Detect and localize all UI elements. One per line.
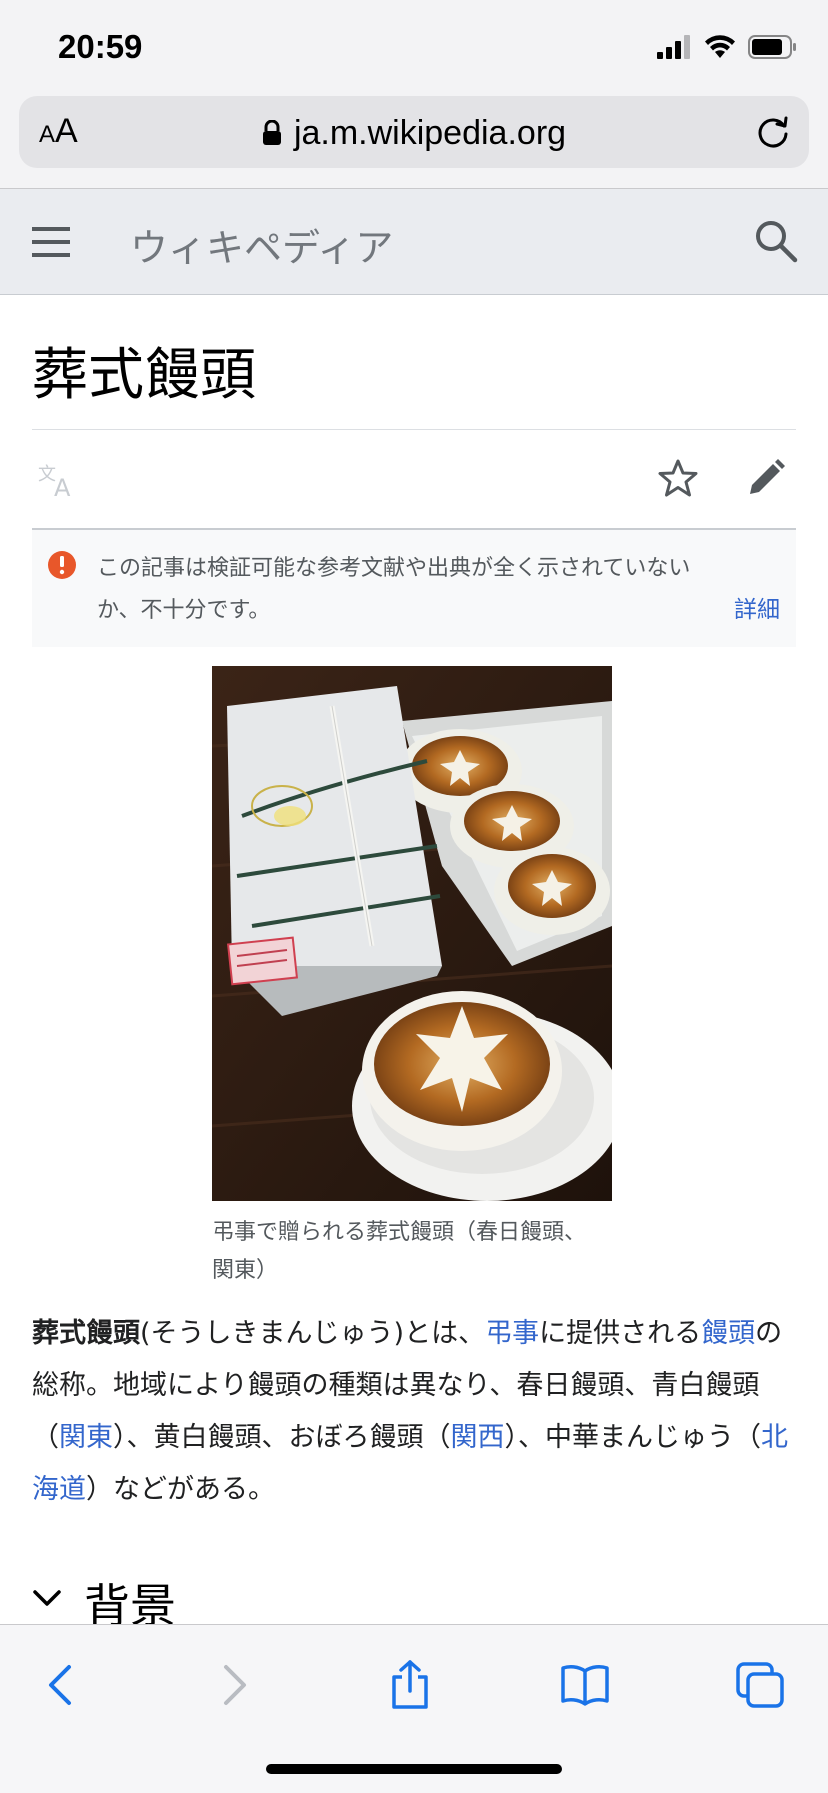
reload-icon[interactable] xyxy=(753,112,793,156)
menu-icon[interactable] xyxy=(32,225,72,263)
lead-text-2: に提供される xyxy=(539,1318,702,1349)
forward-button[interactable] xyxy=(205,1655,265,1715)
status-time: 20:59 xyxy=(58,28,143,65)
tabs-button[interactable] xyxy=(730,1655,790,1715)
chevron-left-icon xyxy=(49,1665,71,1705)
issue-details-link[interactable]: 詳細 xyxy=(734,590,780,624)
status-bar: 20:59 xyxy=(0,0,828,92)
address-bar[interactable]: AA ja.m.wikipedia.org xyxy=(19,96,809,168)
link-kansai[interactable]: 関西 xyxy=(451,1422,505,1453)
watch-star-icon[interactable] xyxy=(658,458,698,502)
lead-text-6: ）などがある。 xyxy=(86,1474,275,1505)
edit-pencil-icon[interactable] xyxy=(746,458,786,502)
cellular-signal-icon xyxy=(656,35,692,63)
back-button[interactable] xyxy=(30,1655,90,1715)
browser-address-area: AA ja.m.wikipedia.org xyxy=(0,92,828,189)
chevron-down-icon xyxy=(32,1588,62,1612)
open-book-icon xyxy=(561,1665,609,1706)
issue-notice[interactable]: この記事は検証可能な参考文献や出典が全く示されていないか、不十分です。 詳細 xyxy=(32,530,796,647)
link-manju[interactable]: 饅頭 xyxy=(701,1318,755,1349)
url-display[interactable]: ja.m.wikipedia.org xyxy=(19,114,809,155)
wiki-logo[interactable]: ウィキペディア xyxy=(130,217,393,272)
svg-text:A: A xyxy=(54,474,71,498)
lead-text-4: ）、黄白饅頭、おぼろ饅頭（ xyxy=(113,1422,451,1453)
lead-text-5: ）、中華まんじゅう（ xyxy=(504,1422,762,1453)
bookmarks-button[interactable] xyxy=(555,1655,615,1715)
tabs-icon xyxy=(736,1662,784,1708)
search-icon[interactable] xyxy=(754,219,798,267)
issue-notice-text: この記事は検証可能な参考文献や出典が全く示されていないか、不十分です。 xyxy=(97,556,691,623)
page-actions: 文 A xyxy=(32,430,796,528)
page-title: 葬式饅頭 xyxy=(32,343,256,408)
link-kanto[interactable]: 関東 xyxy=(59,1422,113,1453)
home-indicator xyxy=(266,1764,562,1774)
article-image[interactable] xyxy=(211,666,622,1201)
wifi-icon xyxy=(704,35,736,63)
share-button[interactable] xyxy=(380,1655,440,1715)
lock-icon xyxy=(262,116,282,155)
status-icons xyxy=(656,34,798,64)
language-icon[interactable]: 文 A xyxy=(38,462,80,502)
lead-text-1: (そうしきまんじゅう)とは、 xyxy=(140,1318,486,1349)
lead-paragraph: 葬式饅頭(そうしきまんじゅう)とは、弔事に提供される饅頭の総称。地域により饅頭の… xyxy=(32,1308,802,1516)
image-caption: 弔事で贈られる葬式饅頭（春日饅頭、関東） xyxy=(212,1220,587,1283)
link-chouji[interactable]: 弔事 xyxy=(485,1318,539,1349)
url-text: ja.m.wikipedia.org xyxy=(293,114,567,152)
share-icon xyxy=(392,1660,428,1709)
chevron-right-icon xyxy=(224,1665,246,1705)
warning-icon xyxy=(47,550,77,584)
battery-icon xyxy=(748,34,798,64)
lead-term: 葬式饅頭 xyxy=(32,1318,140,1349)
wiki-header: ウィキペディア xyxy=(0,189,828,295)
